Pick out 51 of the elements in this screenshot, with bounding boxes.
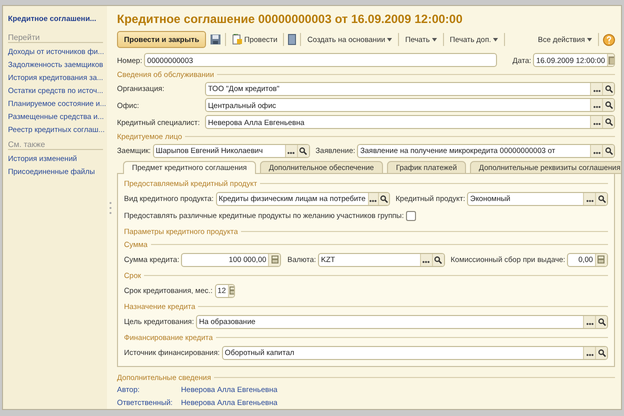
search-icon — [598, 348, 606, 357]
calendar-icon — [608, 56, 614, 65]
calculator-button[interactable] — [594, 254, 607, 266]
choose-button[interactable] — [583, 316, 595, 328]
search-button[interactable] — [296, 144, 309, 157]
search-icon — [604, 84, 612, 93]
caret-icon — [387, 38, 392, 42]
save-icon[interactable] — [210, 34, 222, 45]
search-button[interactable] — [595, 192, 607, 205]
document-icon — [232, 34, 242, 45]
search-icon — [434, 256, 442, 264]
choose-button[interactable] — [284, 144, 297, 157]
help-icon[interactable] — [603, 34, 615, 46]
search-icon — [604, 118, 612, 126]
search-button[interactable] — [432, 254, 444, 266]
calculator-button[interactable] — [268, 254, 280, 266]
search-icon — [598, 318, 606, 326]
splitter-handle-icon[interactable] — [108, 200, 112, 216]
search-icon — [604, 146, 612, 155]
search-button[interactable] — [602, 144, 614, 157]
calculator-icon — [270, 255, 279, 264]
caret-icon — [432, 38, 437, 42]
search-icon — [299, 146, 308, 155]
search-icon — [380, 194, 388, 203]
choose-button[interactable] — [590, 116, 602, 128]
search-button[interactable] — [378, 192, 389, 205]
search-icon — [604, 101, 612, 110]
checkbox[interactable] — [406, 210, 416, 221]
search-button[interactable] — [602, 116, 614, 128]
document-title: Кредитное соглашение 00000000003 от 16.09.2009 12:00:00 — [117, 12, 464, 26]
search-button[interactable] — [595, 346, 607, 359]
choose-button[interactable] — [368, 192, 378, 205]
search-button[interactable] — [602, 82, 614, 95]
calculator-icon — [228, 286, 234, 296]
calendar-button[interactable] — [607, 54, 614, 66]
choose-button[interactable] — [583, 346, 595, 359]
caret-icon — [587, 38, 592, 42]
choose-button[interactable] — [583, 192, 595, 205]
calculator-icon — [597, 255, 606, 264]
search-icon — [598, 194, 606, 203]
choose-button[interactable] — [590, 82, 602, 95]
choose-button[interactable] — [590, 144, 602, 157]
sidebar-heading: Перейти — [8, 33, 103, 43]
search-button[interactable] — [595, 316, 607, 328]
choose-button[interactable] — [420, 254, 432, 266]
document-list-icon[interactable] — [288, 34, 296, 45]
sidebar-heading: См. также — [8, 140, 103, 150]
caret-icon — [493, 38, 498, 42]
calculator-button[interactable] — [228, 284, 234, 297]
choose-button[interactable] — [590, 99, 602, 112]
search-button[interactable] — [602, 99, 614, 112]
